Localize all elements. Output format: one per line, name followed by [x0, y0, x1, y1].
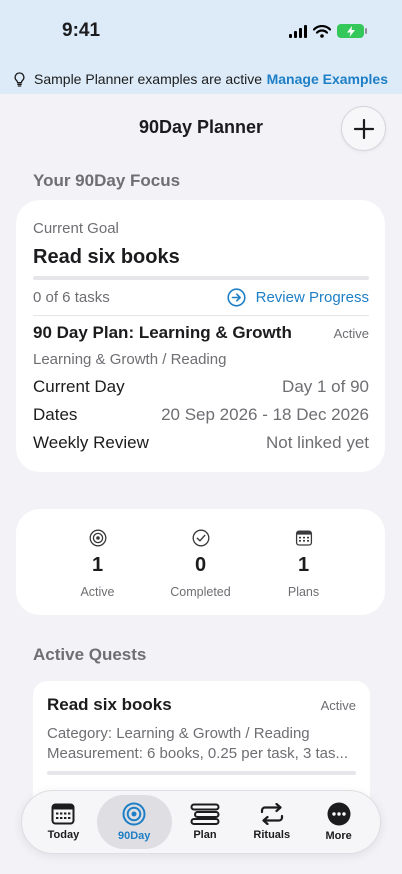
review-progress-label: Review Progress [255, 289, 369, 306]
stat-label: Plans [287, 585, 320, 599]
plan-category: Learning & Growth / Reading [33, 351, 227, 368]
info-row-weekly-review: Weekly Review Not linked yet [33, 433, 369, 453]
tab-90day[interactable]: 90Day [96, 795, 172, 849]
quest-measurement: Measurement: 6 books, 0.25 per task, 3 t… [47, 745, 348, 762]
signal-icon [289, 24, 307, 38]
plan-status-badge: Active [333, 325, 369, 341]
quest-title: Read six books [47, 695, 172, 714]
info-value: Day 1 of 90 [282, 377, 369, 396]
info-row-dates: Dates 20 Sep 2026 - 18 Dec 2026 [33, 405, 369, 425]
target-icon [122, 802, 146, 826]
info-label: Weekly Review [33, 433, 149, 452]
quest-status-badge: Active [320, 697, 356, 713]
tab-rituals[interactable]: Rituals [238, 795, 305, 849]
plan-title: 90 Day Plan: Learning & Growth [33, 323, 292, 342]
section-title-focus: Your 90Day Focus [33, 171, 181, 190]
tab-today[interactable]: Today [30, 795, 97, 849]
stat-completed[interactable]: 0 Completed [156, 509, 246, 615]
stat-value: 1 [91, 554, 104, 576]
sample-banner: Sample Planner examples are active Manag… [0, 64, 402, 94]
goal-progress-bar [33, 276, 369, 280]
tasks-count: 0 of 6 tasks [33, 289, 110, 306]
quest-progress-bar [47, 771, 356, 775]
manage-examples-link[interactable]: Manage Examples [267, 71, 388, 87]
target-icon [89, 529, 106, 547]
checkmark-circle-icon [192, 529, 209, 547]
calendar-grid-icon [51, 803, 75, 825]
tab-label: Plan [193, 829, 217, 841]
ellipsis-icon [327, 802, 351, 826]
stat-label: Active [80, 585, 115, 599]
info-value: 20 Sep 2026 - 18 Dec 2026 [161, 405, 369, 424]
repeat-icon [260, 803, 283, 825]
tab-bar: Today 90Day Plan Rituals More [21, 790, 381, 854]
goal-card[interactable]: Current Goal Read six books 0 of 6 tasks… [16, 200, 385, 472]
divider [33, 315, 369, 316]
info-value: Not linked yet [266, 433, 369, 452]
list-icon [190, 803, 220, 825]
stats-card: 1 Active 0 Completed 1 Plans [16, 509, 385, 615]
arrow-circle-right-icon [227, 288, 246, 307]
status-bar: 9:41 [0, 0, 402, 64]
wifi-icon [313, 24, 331, 38]
info-label: Dates [33, 405, 78, 424]
lightbulb-icon [14, 71, 26, 87]
info-row-current-day: Current Day Day 1 of 90 [33, 377, 369, 397]
plus-icon [353, 118, 374, 139]
battery-icon [337, 24, 367, 38]
tab-label: 90Day [117, 830, 151, 842]
tab-label: More [325, 830, 352, 842]
tab-more[interactable]: More [305, 795, 372, 849]
tab-label: Rituals [253, 829, 291, 841]
status-time: 9:41 [62, 20, 101, 41]
goal-title: Read six books [33, 246, 180, 268]
stat-value: 0 [194, 554, 207, 576]
calendar-icon [295, 530, 312, 546]
stat-active[interactable]: 1 Active [53, 509, 143, 615]
info-label: Current Day [33, 377, 125, 396]
stat-label: Completed [170, 585, 231, 599]
tab-label: Today [47, 829, 80, 841]
stat-plans[interactable]: 1 Plans [259, 509, 349, 615]
add-button[interactable] [341, 106, 386, 151]
banner-text: Sample Planner examples are active [34, 71, 263, 87]
quest-category: Category: Learning & Growth / Reading [47, 725, 310, 742]
section-title-quests: Active Quests [33, 645, 147, 664]
stat-value: 1 [297, 554, 310, 576]
review-progress-button[interactable]: Review Progress [227, 288, 369, 307]
current-goal-label: Current Goal [33, 220, 119, 237]
tab-plan[interactable]: Plan [172, 795, 239, 849]
